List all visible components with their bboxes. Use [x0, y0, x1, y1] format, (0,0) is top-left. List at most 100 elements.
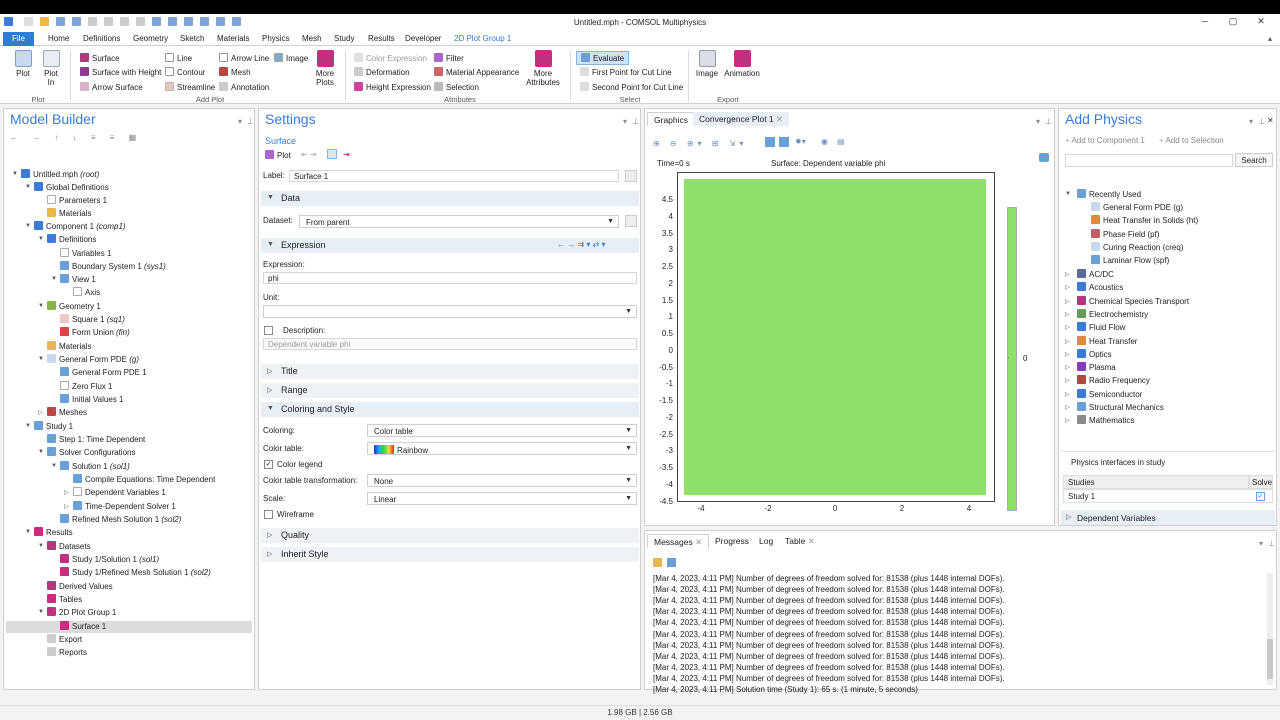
tree-node[interactable]: Geometry 1 [47, 301, 101, 313]
tree-node[interactable]: Boundary System 1 (sys1) [60, 261, 166, 273]
wireframe-checkbox[interactable] [264, 510, 273, 519]
line-button[interactable]: Line [165, 53, 192, 63]
tree-node[interactable]: General Form PDE (g) [47, 354, 139, 366]
panel-menu-icon[interactable]: ▾ [238, 117, 242, 126]
tree-node[interactable]: General Form PDE 1 [60, 367, 147, 379]
tree-node[interactable]: Untitled.mph (root) [21, 169, 99, 181]
maximize-icon[interactable]: ▢ [1226, 16, 1240, 28]
tab-graphics[interactable]: Graphics [647, 112, 696, 126]
tab-geometry[interactable]: Geometry [127, 32, 174, 46]
tree-toggle-icon[interactable]: ▷ [1065, 351, 1070, 358]
tree-node[interactable]: Variables 1 [60, 248, 111, 260]
expression-field[interactable]: phi [263, 272, 637, 284]
tree-toggle-icon[interactable]: ▷ [1065, 338, 1070, 345]
physics-item[interactable]: Mathematics [1077, 415, 1134, 425]
tree-node[interactable]: Results [34, 527, 73, 539]
section-data[interactable]: ▼ Data [261, 191, 639, 206]
plot-next-icon[interactable]: ⇥ [343, 150, 350, 159]
copy-messages-icon[interactable] [667, 558, 676, 567]
panel-menu-icon[interactable]: ▾ [1259, 539, 1263, 548]
tab-results[interactable]: Results [362, 32, 401, 46]
physics-item[interactable]: Recently Used [1077, 189, 1141, 199]
physics-item[interactable]: Fluid Flow [1077, 322, 1125, 332]
tree-toggle-icon[interactable]: ▷ [1065, 284, 1070, 291]
section-expression[interactable]: ▼ Expression ← → ⇉ ▾ ⇄ ▾ [261, 238, 639, 253]
plot-in-button[interactable]: Plot In [40, 50, 62, 87]
settings-nav-icons[interactable]: ⇤ ⇥ [301, 150, 317, 159]
surface-button[interactable]: Surface [80, 53, 120, 63]
tree-toggle-icon[interactable]: ▷ [64, 489, 69, 496]
plot-active-icon[interactable] [327, 149, 337, 159]
tab-study[interactable]: Study [328, 32, 360, 46]
tree-toggle-icon[interactable]: ▼ [12, 171, 18, 177]
tree-toggle-icon[interactable]: ▷ [1065, 417, 1070, 424]
tree-toggle-icon[interactable]: ▼ [25, 423, 31, 429]
tree-toggle-icon[interactable]: ▷ [1065, 311, 1070, 318]
tree-toggle-icon[interactable]: ▼ [38, 303, 44, 309]
section-coloring[interactable]: ▼ Coloring and Style [261, 402, 639, 417]
tree-node[interactable]: Materials [47, 208, 91, 220]
dependent-variables-section[interactable]: ▷ Dependent Variables [1061, 510, 1275, 525]
tree-node[interactable]: Solution 1 (sol1) [60, 461, 130, 473]
physics-item[interactable]: Laminar Flow (spf) [1091, 255, 1169, 265]
panel-menu-icon[interactable]: ▾ [623, 117, 627, 126]
tree-toggle-icon[interactable]: ▼ [25, 529, 31, 535]
tree-node[interactable]: Surface 1 [6, 621, 252, 633]
section-range[interactable]: ▷ Range [261, 383, 639, 398]
graphics-zoom-toolbar[interactable]: ⊕ ⊖ ⊕▾ ⊞ ⇲▾ [653, 139, 747, 148]
tab-mesh[interactable]: Mesh [296, 32, 328, 46]
tree-node[interactable]: Component 1 (comp1) [34, 221, 126, 233]
dataset-goto-icon[interactable] [625, 215, 637, 227]
solve-checkbox[interactable]: ✓ [1256, 492, 1265, 501]
physics-item[interactable]: Curing Reaction (creq) [1091, 241, 1183, 252]
deformation-button[interactable]: Deformation [354, 67, 410, 77]
tree-node[interactable]: Export [47, 634, 82, 646]
tree-node[interactable]: Initial Values 1 [60, 394, 123, 406]
physics-item[interactable]: Optics [1077, 348, 1112, 359]
add-to-component-button[interactable]: + Add to Component 1 [1065, 136, 1145, 145]
tree-toggle-icon[interactable]: ▷ [1065, 377, 1070, 384]
tab-developer[interactable]: Developer [399, 32, 447, 46]
tree-toggle-icon[interactable]: ▷ [1065, 404, 1070, 411]
physics-item[interactable]: Electrochemistry [1077, 308, 1148, 319]
tree-toggle-icon[interactable]: ▷ [64, 503, 69, 510]
section-title[interactable]: ▷ Title [261, 364, 639, 379]
contour-button[interactable]: Contour [165, 67, 205, 77]
physics-item[interactable]: Semiconductor [1077, 388, 1142, 399]
pin-icon[interactable]: ⊥ [1258, 117, 1265, 126]
tree-toggle-icon[interactable]: ▷ [38, 409, 43, 416]
tree-toggle-icon[interactable]: ▷ [1065, 271, 1070, 278]
tree-node[interactable]: Global Definitions [34, 182, 109, 194]
select-boxes-icon[interactable] [779, 137, 789, 147]
tree-node[interactable]: Compile Equations: Time Dependent [73, 474, 215, 486]
screen-icon[interactable] [1039, 153, 1049, 162]
color-table-transformation-select[interactable]: None ▼ [367, 474, 637, 487]
tree-node[interactable]: Reports [47, 647, 87, 659]
physics-item[interactable]: Chemical Species Transport [1077, 295, 1189, 306]
physics-item[interactable]: Heat Transfer [1077, 335, 1137, 346]
tab-2d-plot-group-1[interactable]: 2D Plot Group 1 [448, 32, 517, 46]
tab-log[interactable]: Log [753, 534, 779, 548]
tab-progress[interactable]: Progress [709, 534, 755, 548]
tab-messages[interactable]: Messages ✕ [647, 534, 710, 548]
tree-toggle-icon[interactable]: ▼ [38, 609, 44, 615]
tree-node[interactable]: Dependent Variables 1 [73, 487, 166, 499]
tree-toggle-icon[interactable]: ▼ [51, 276, 57, 282]
close-tab-icon[interactable]: ✕ [808, 536, 815, 546]
tab-materials[interactable]: Materials [211, 32, 255, 46]
evaluate-button[interactable]: Evaluate [576, 51, 630, 65]
more-attributes-button[interactable]: More Attributes [522, 50, 564, 87]
section-inherit-style[interactable]: ▷ Inherit Style [261, 547, 639, 562]
mesh-button[interactable]: Mesh [219, 67, 251, 77]
filter-button[interactable]: Filter [434, 53, 464, 63]
surface-height-button[interactable]: Surface with Height [80, 67, 161, 77]
close-tab-icon[interactable]: ✕ [776, 114, 783, 124]
tree-node[interactable]: Datasets [47, 541, 91, 553]
label-field[interactable]: Surface 1 [289, 170, 619, 182]
close-icon[interactable]: ✕ [1254, 16, 1268, 28]
add-to-selection-button[interactable]: + Add to Selection [1159, 136, 1224, 145]
physics-item[interactable]: Heat Transfer in Solids (ht) [1091, 215, 1198, 225]
tree-toggle-icon[interactable]: ▼ [1065, 191, 1071, 197]
tree-toggle-icon[interactable]: ▼ [38, 543, 44, 549]
print-icon[interactable]: ▤ [837, 137, 845, 146]
